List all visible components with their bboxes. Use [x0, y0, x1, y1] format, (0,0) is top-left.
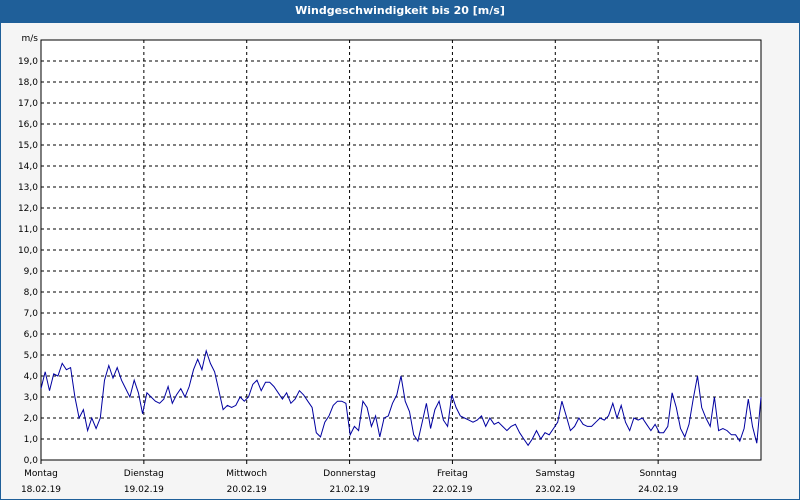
y-tick-label: 2,0	[24, 414, 39, 424]
y-tick-label: 8,0	[24, 288, 39, 298]
y-tick-label: 3,0	[24, 393, 39, 403]
y-tick-label: 11,0	[18, 225, 38, 235]
x-tick-day: Donnerstag	[323, 469, 376, 479]
x-tick-day: Mittwoch	[226, 469, 267, 479]
y-tick-label: 19,0	[18, 57, 38, 67]
wind-speed-chart: 0,0 1,0 2,0 3,0 4,0 5,0 6,0 7,0 8,0 9,0 10,0 11,0 12…	[18, 34, 762, 495]
y-tick-label: 0,0	[24, 456, 39, 466]
y-tick-label: 13,0	[18, 183, 38, 193]
y-axis-unit-label: m/s	[22, 34, 39, 44]
y-tick-label: 6,0	[24, 330, 39, 340]
y-tick-label: 4,0	[24, 372, 39, 382]
window-title: Windgeschwindigkeit bis 20 [m/s]	[1, 1, 799, 23]
x-tick-day: Sonntag	[639, 469, 676, 479]
x-tick-date: 24.02.19	[638, 485, 678, 495]
x-tick-date: 23.02.19	[535, 485, 575, 495]
y-tick-label: 12,0	[18, 204, 38, 214]
x-tick-date: 18.02.19	[21, 485, 61, 495]
y-tick-label: 10,0	[18, 246, 38, 256]
y-tick-label: 5,0	[24, 351, 39, 361]
y-tick-label: 18,0	[18, 78, 38, 88]
x-tick-date: 21.02.19	[330, 485, 370, 495]
y-tick-label: 17,0	[18, 99, 38, 109]
x-tick-date: 22.02.19	[432, 485, 472, 495]
x-tick-day: Montag	[24, 469, 58, 479]
y-tick-label: 1,0	[24, 435, 39, 445]
x-tick-day: Samstag	[536, 469, 575, 479]
y-tick-label: 7,0	[24, 309, 39, 319]
chart-window: Windgeschwindigkeit bis 20 [m/s] 0,0 1,0 2…	[0, 0, 800, 500]
x-tick-day: Dienstag	[124, 469, 164, 479]
y-tick-label: 9,0	[24, 267, 39, 277]
y-tick-label: 15,0	[18, 141, 38, 151]
x-tick-date: 20.02.19	[227, 485, 267, 495]
y-tick-label: 16,0	[18, 120, 38, 130]
x-tick-date: 19.02.19	[124, 485, 164, 495]
y-tick-label: 14,0	[18, 162, 38, 172]
x-tick-day: Freitag	[437, 469, 468, 479]
